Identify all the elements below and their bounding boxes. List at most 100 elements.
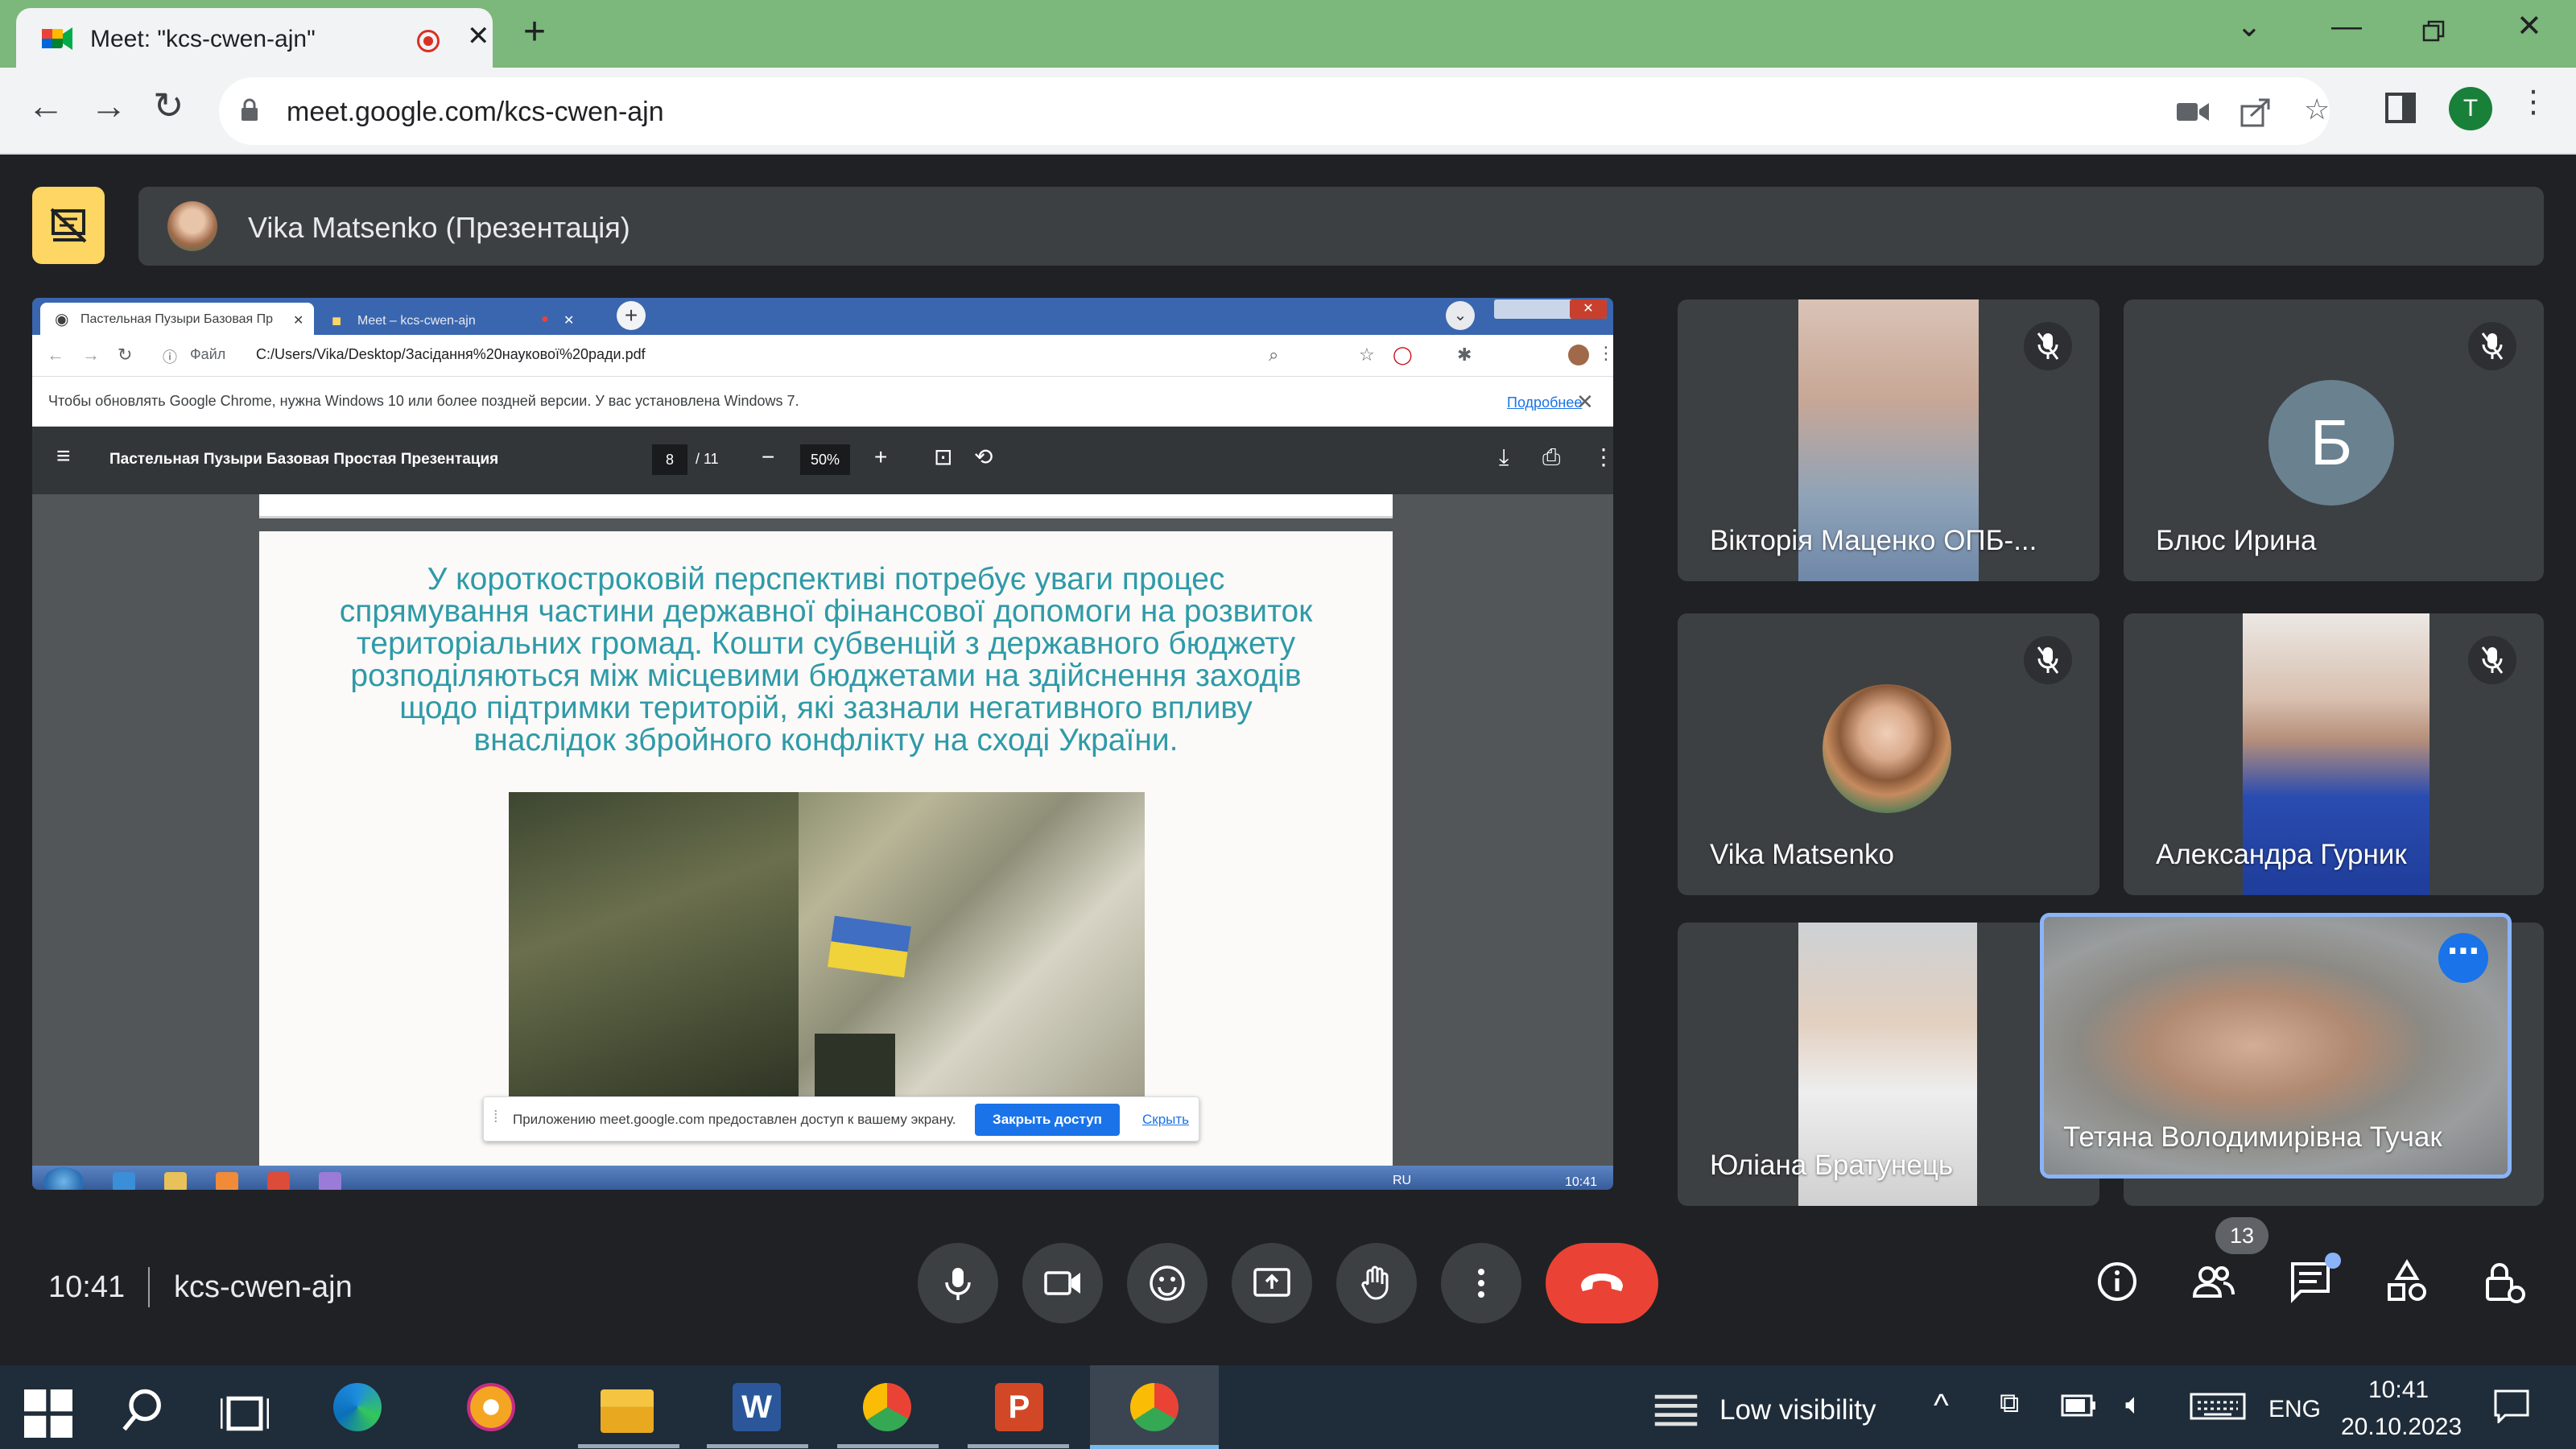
weather-fog-icon[interactable] [1652,1386,1700,1435]
reactions-button[interactable] [1127,1243,1208,1323]
hand-icon [1361,1265,1389,1300]
side-panel-icon[interactable] [2384,92,2417,124]
bookmark-star-icon[interactable]: ☆ [2304,95,2330,124]
meet-main: Vika Matsenko (Презентація) ◉ Пастельная… [0,155,2576,1365]
slide-line: внаслідок збройного конфлікту на сході У… [473,723,1179,758]
leave-call-button[interactable] [1546,1243,1658,1323]
hide-notice-link: Скрыть [1142,1112,1190,1127]
meeting-details-icon[interactable] [2091,1256,2143,1307]
show-hidden-icons[interactable]: ^ [1934,1389,1949,1422]
win7-start-icon [43,1167,84,1190]
participant-tile[interactable]: Юліана Братунець [1678,923,2099,1206]
profile-avatar[interactable]: T [2449,87,2492,130]
pdf-fit-page-icon: ⊡ [934,444,953,469]
edge-icon[interactable] [333,1383,382,1431]
shared-tab2-close-icon: ✕ [564,314,575,328]
shared-profile-avatar [1568,345,1589,365]
file-explorer-icon[interactable] [601,1389,654,1433]
presenter-bar: Vika Matsenko (Презентація) [138,187,2544,266]
shared-back-icon: ← [47,345,64,365]
browser-menu-icon[interactable]: ⋮ [2518,87,2549,118]
close-window-icon[interactable]: ✕ [2516,11,2542,42]
participant-initial-avatar: Б [2268,380,2394,506]
more-options-menu-button[interactable] [1441,1243,1521,1323]
self-view-tile[interactable]: ⋯ Тетяна Володимирівна Тучак [2040,913,2512,1179]
search-icon[interactable] [119,1386,167,1435]
participant-tile[interactable]: Vika Matsenko [1678,613,2099,895]
participant-count-badge: 13 [2215,1217,2268,1254]
slide-line: територіальних громад. Кошти субвенцій з… [356,626,1296,661]
browser-tab-meet[interactable]: Meet: "kcs-cwen-ajn" ✕ [16,8,493,68]
participant-tile[interactable]: Вікторія Маценко ОПБ-... [1678,299,2099,581]
new-tab-icon[interactable]: + [523,13,546,52]
emoji-icon [1150,1265,1185,1301]
win7-chrome-icon [267,1172,290,1190]
raise-hand-button[interactable] [1336,1243,1417,1323]
pdf-zoom-level: 50% [800,444,850,475]
shared-info-text: Чтобы обновлять Google Chrome, нужна Win… [48,393,799,409]
recording-indicator-icon [417,30,440,52]
participant-tile[interactable]: Александра Гурник [2124,613,2544,895]
word-icon[interactable]: W [733,1383,781,1431]
participant-name: Vika Matsenko [1710,839,1894,870]
vpn-app-icon[interactable] [467,1383,515,1431]
host-controls-icon[interactable] [2478,1256,2529,1307]
meet-sharing-tray-icon[interactable]: ⧉ [2000,1389,2019,1417]
back-icon[interactable]: ← [27,87,64,124]
explorer-icon [164,1172,187,1190]
volume-icon[interactable]: 🔈︎ [2125,1389,2143,1418]
battery-icon[interactable] [2061,1394,2096,1417]
camera-button[interactable] [1022,1243,1103,1323]
meeting-time: 10:41 [48,1270,126,1304]
minimize-window-icon[interactable]: — [2331,11,2362,42]
taskbar-date[interactable]: 20.10.2023 [2341,1414,2462,1441]
chrome-icon[interactable] [1130,1383,1179,1431]
running-indicator [968,1444,1069,1448]
microphone-icon [945,1268,971,1300]
windows-start-icon[interactable] [24,1389,72,1438]
input-language[interactable]: ENG [2268,1396,2321,1423]
present-screen-off-icon [50,208,87,243]
powerpoint-icon[interactable]: P [995,1383,1043,1431]
activities-icon[interactable] [2381,1256,2433,1307]
taskbar-time[interactable]: 10:41 [2368,1377,2429,1404]
notification-center-icon[interactable] [2494,1389,2529,1423]
weather-text[interactable]: Low visibility [1719,1394,1876,1426]
people-icon[interactable] [2188,1256,2240,1307]
pdf-previous-page [259,494,1393,518]
camera-in-use-icon[interactable] [2177,100,2209,124]
shared-url: C:/Users/Vika/Desktop/Засідання%20науков… [256,346,646,362]
task-view-icon[interactable] [221,1389,269,1438]
present-now-button[interactable] [1232,1243,1312,1323]
shared-tab-pdf: ◉ Пастельная Пузыри Базовая Пр ✕ [40,303,314,335]
touch-keyboard-icon[interactable] [2190,1393,2246,1420]
participant-name: Тетяна Володимирівна Тучак [2063,1121,2442,1153]
shared-address-bar: ← → ↻ ⓘ Файл C:/Users/Vika/Desktop/Засід… [32,335,1613,377]
address-bar[interactable]: meet.google.com/kcs-cwen-ajn ☆ [219,77,2330,145]
share-page-icon[interactable] [2240,97,2272,127]
reload-icon[interactable]: ↻ [153,87,184,124]
more-options-button[interactable]: ⋯ [2438,933,2488,983]
chrome-profile-icon[interactable] [863,1383,911,1431]
close-tab-icon[interactable]: ✕ [467,23,490,50]
muted-mic-icon [2024,636,2072,684]
shared-info-link: Подробнее [1507,394,1583,411]
tab-search-icon[interactable]: ⌄ [2236,11,2262,42]
forward-icon[interactable]: → [90,87,127,124]
shared-screen: ◉ Пастельная Пузыри Базовая Пр ✕ ■ Meet … [32,298,1613,1190]
win7-taskbar: RU 10:41 [32,1166,1613,1190]
meet-icon: ■ [332,312,342,330]
shared-file-label: Файл [190,346,226,362]
shared-tab-bar: ◉ Пастельная Пузыри Базовая Пр ✕ ■ Meet … [32,298,1613,335]
participant-name: Блюс Ирина [2156,525,2317,556]
stop-presenting-button[interactable] [32,187,105,264]
restore-window-icon[interactable] [2421,19,2446,43]
stop-sharing-button: Закрыть доступ [975,1104,1120,1136]
muted-mic-icon [2468,322,2516,370]
microphone-button[interactable] [918,1243,998,1323]
pdf-page-total: / 11 [696,451,719,467]
chat-notification-dot [2325,1253,2341,1269]
present-screen-icon [1253,1268,1290,1297]
meeting-code: kcs-cwen-ajn [174,1270,353,1304]
presenter-avatar [167,201,217,251]
